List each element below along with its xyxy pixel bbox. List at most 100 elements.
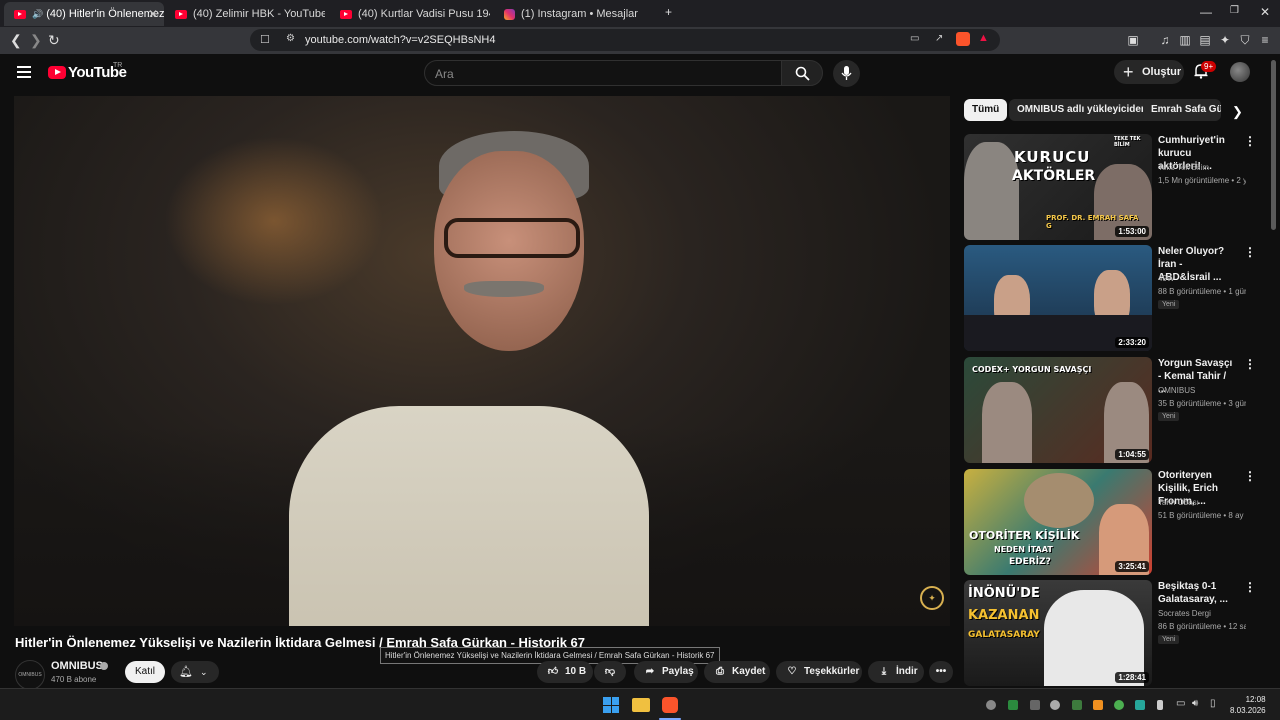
video-thumbnail[interactable]: OTORİTER KİŞİLİK NEDEN İTAAT EDERİZ? 3:2… [964,469,1152,575]
file-explorer-icon[interactable] [632,698,650,712]
battery-icon[interactable]: ▯ [1210,698,1216,709]
tray-app-icon[interactable] [1008,700,1018,710]
video-thumbnail[interactable]: CODEX+ YORGUN SAVAŞÇI 1:04:55 [964,357,1152,463]
video-thumbnail[interactable]: İNÖNÜ'DE KAZANAN GALATASARAY 1:28:41 [964,580,1152,686]
close-tab-icon[interactable]: ✕ [148,7,158,21]
sidebar-video[interactable]: CODEX+ YORGUN SAVAŞÇI 1:04:55 Yorgun Sav… [964,357,1264,463]
more-options-icon[interactable]: ⋮ [1244,580,1256,594]
tray-app-icon[interactable] [986,700,996,710]
more-options-icon[interactable]: ⋮ [1244,469,1256,483]
chip-all[interactable]: Tümü [964,99,1008,121]
thumbnail-person [982,382,1032,463]
sidebar-video[interactable]: OTORİTER KİŞİLİK NEDEN İTAAT EDERİZ? 3:2… [964,469,1264,575]
sidebar-video[interactable]: KURUCU AKTÖRLER PROF. DR. EMRAH SAFA G T… [964,134,1264,240]
youtube-favicon-icon [175,9,187,19]
thanks-button[interactable]: ♡ Teşekkürler [776,661,862,683]
brave-rewards-icon[interactable]: ▲ [978,32,989,44]
vpn-icon[interactable]: ⛉ [1238,33,1252,47]
search-input[interactable]: Ara [424,60,782,86]
page-scrollbar[interactable] [1271,60,1276,230]
subscriber-count: 470 B abone [51,675,97,684]
video-thumbnail[interactable]: 2:33:20 [964,245,1152,351]
chip-emrah-safa[interactable]: Emrah Safa Gür [1143,99,1221,121]
close-window-icon[interactable]: ✕ [1260,5,1270,19]
taskbar-clock[interactable]: 12:08 8.03.2026 [1230,694,1266,716]
video-player[interactable] [14,96,950,626]
wallet-icon[interactable]: ▤ [1198,33,1212,47]
browser-tab[interactable]: (40) Kurtlar Vadisi Pusu 194. Bölüm [330,2,490,26]
channel-watermark-icon[interactable]: ✦ [920,586,944,610]
browser-tab-active[interactable]: 🔊 (40) Hitler'in Önlenemez Yükseliş ✕ [4,2,164,26]
leo-ai-icon[interactable]: ✦ [1218,33,1232,47]
browser-tab[interactable]: (40) Zelimir HBK - YouTube [165,2,325,26]
speaker-icon: 🔊 [32,8,44,19]
site-info-icon[interactable]: ⚙ [286,33,295,44]
more-actions-button[interactable]: ••• [929,661,953,683]
account-avatar[interactable] [1230,62,1250,82]
tray-app-icon[interactable] [1030,700,1040,710]
share-icon: ➦ [645,666,655,677]
more-options-icon[interactable]: ⋮ [1244,357,1256,371]
join-button[interactable]: Katıl [125,661,165,683]
tray-app-icon[interactable] [1050,700,1060,710]
reload-icon[interactable]: ↻ [48,32,60,49]
youtube-favicon-icon [340,9,352,19]
tray-app-icon[interactable] [1072,700,1082,710]
speaker-figure [289,406,649,626]
microphone-icon [841,66,852,80]
windows-taskbar: ▭ 🔊︎ ▯ 12:08 8.03.2026 [0,688,1280,720]
new-tab-icon[interactable]: + [665,5,672,19]
browser-tab[interactable]: (1) Instagram • Mesajlar [494,2,654,26]
channel-name[interactable]: OMNIBUS [51,660,103,672]
tab-search-icon[interactable]: ▣ [1126,33,1140,47]
bookmark-icon: ⎙ [716,666,724,677]
subscription-bell-button[interactable]: 🔔︎ ⌄ [171,661,219,683]
thumbnail-face [1024,473,1094,528]
url-field[interactable]: ☐ ⚙ youtube.com/watch?v=v2SEQHBsNH4 ▭ ↗ … [250,29,1000,51]
more-options-icon[interactable]: ⋮ [1244,134,1256,148]
forward-icon[interactable]: ❯ [30,32,42,49]
thumbs-down-icon: 👎︎ [604,666,616,677]
search-button[interactable] [781,60,823,86]
country-code: TR [113,62,123,69]
sidebar-icon[interactable]: ▥ [1178,33,1192,47]
share-page-icon[interactable]: ↗ [935,33,943,44]
back-icon[interactable]: ❮ [10,32,22,49]
video-thumbnail[interactable]: KURUCU AKTÖRLER PROF. DR. EMRAH SAFA G T… [964,134,1152,240]
more-options-icon[interactable]: ⋮ [1244,245,1256,259]
cast-icon[interactable]: ▭ [910,33,919,44]
download-icon: ⤓ [881,666,887,677]
network-icon[interactable]: ▭ [1176,698,1185,709]
bookmark-icon[interactable]: ☐ [260,33,270,46]
chevron-down-icon: ⌄ [200,667,208,677]
channel-avatar[interactable]: OMNIBUS [15,660,45,690]
minimize-icon[interactable]: — [1200,5,1212,19]
speaker-glasses [444,218,580,258]
plus-icon: + [1123,62,1134,82]
chevron-right-icon[interactable]: ❯ [1232,104,1243,120]
restore-icon[interactable]: ❐ [1230,5,1239,16]
tray-app-icon[interactable] [1114,700,1124,710]
media-icon[interactable]: ♫ [1158,33,1172,47]
tray-app-icon[interactable] [1093,700,1103,710]
windows-start-icon[interactable] [603,697,619,713]
sidebar-video[interactable]: İNÖNÜ'DE KAZANAN GALATASARAY 1:28:41 Beş… [964,580,1264,686]
volume-icon[interactable]: 🔊︎ [1192,698,1198,709]
sidebar-video[interactable]: 2:33:20 Neler Oluyor? İran - ABD&İsrail … [964,245,1264,351]
share-button[interactable]: ➦ Paylaş [634,661,698,683]
save-button[interactable]: ⎙ Kaydet [704,661,770,683]
hamburger-menu-icon[interactable] [17,66,31,78]
brave-browser-icon[interactable] [662,697,678,713]
brave-shield-icon[interactable] [956,32,970,46]
download-button[interactable]: ⤓ İndir [868,661,924,683]
notification-badge: 9+ [1201,61,1217,72]
menu-icon[interactable]: ≡ [1258,33,1272,47]
chip-from-uploader[interactable]: OMNIBUS adlı yükleyiciden [1009,99,1156,121]
tray-app-icon[interactable] [1135,700,1145,710]
youtube-logo-icon[interactable] [48,66,66,79]
dislike-button[interactable]: 👎︎ [594,661,626,683]
like-button[interactable]: 👍︎ 10 B [537,661,593,683]
create-button[interactable]: + Oluştur [1114,60,1184,84]
voice-search-button[interactable] [833,60,860,87]
usb-icon[interactable] [1157,700,1163,710]
